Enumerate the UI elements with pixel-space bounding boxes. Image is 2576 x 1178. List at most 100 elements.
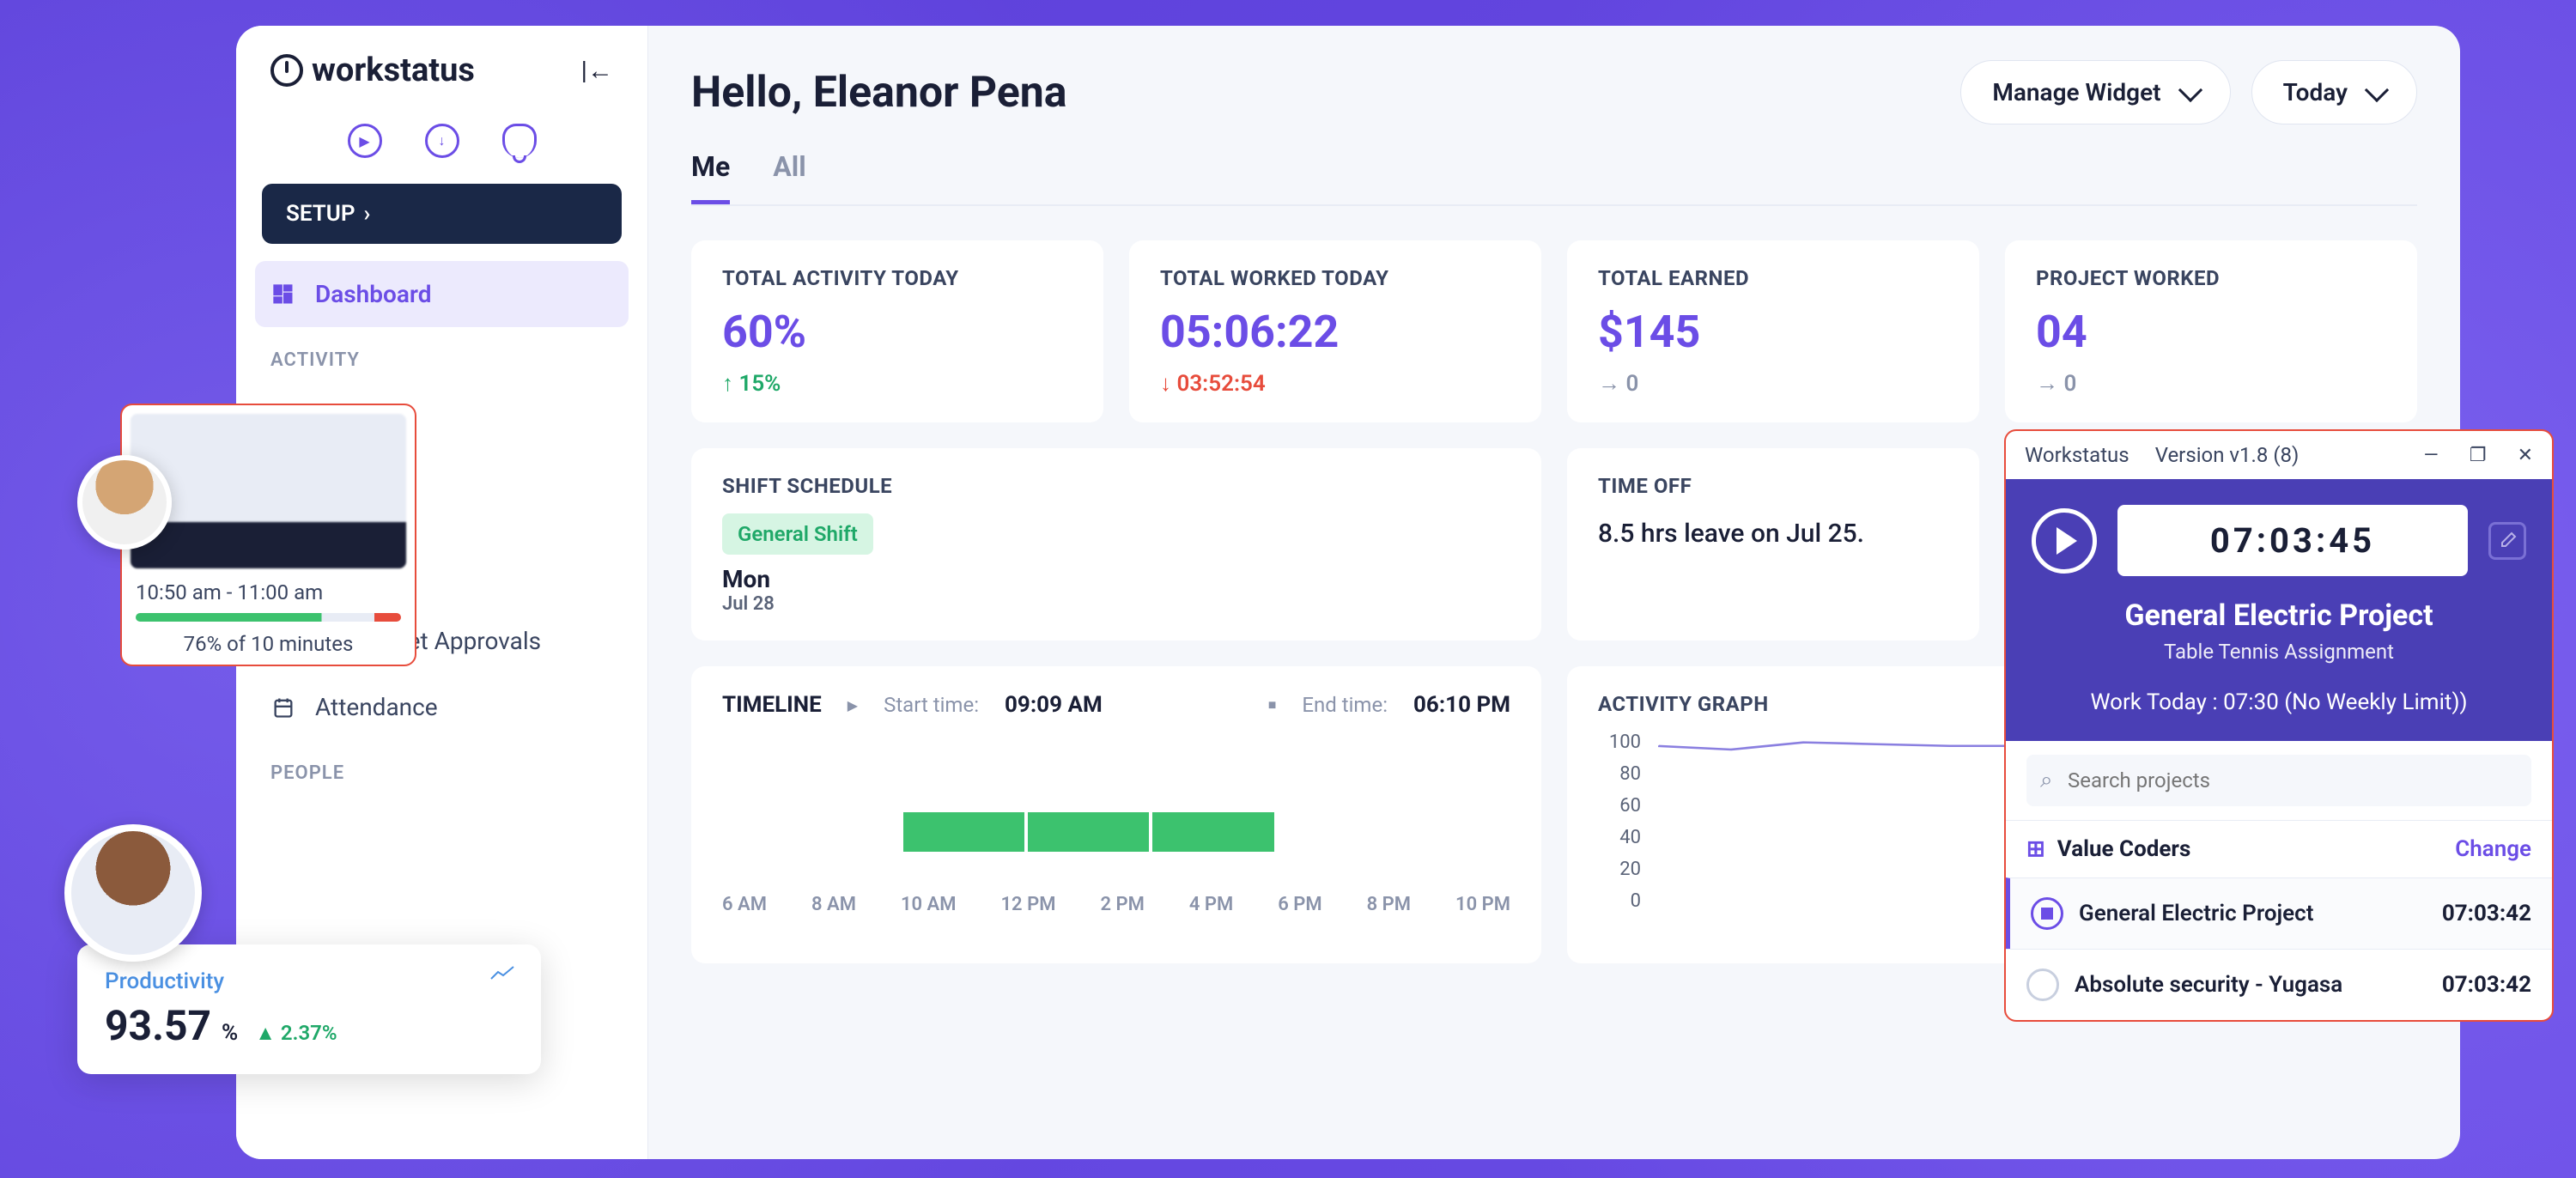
card-time-off: TIME OFF 8.5 hrs leave on Jul 25. bbox=[1567, 448, 1979, 641]
stat-label: TOTAL EARNED bbox=[1598, 266, 1948, 290]
tracker-titlebar: Workstatus Version v1.8 (8) — ❐ ✕ bbox=[2006, 431, 2552, 479]
tracker-timer: 07:03:45 bbox=[2117, 505, 2468, 576]
manage-widget-button[interactable]: Manage Widget bbox=[1960, 60, 2230, 124]
stop-icon[interactable] bbox=[2031, 897, 2063, 930]
timeline-axis: 6 AM8 AM10 AM12 PM2 PM4 PM6 PM8 PM10 PM bbox=[722, 894, 1510, 915]
nav-attendance-label: Attendance bbox=[315, 693, 438, 721]
timeoff-label: TIME OFF bbox=[1598, 474, 1948, 498]
end-time-label: End time: bbox=[1302, 693, 1388, 717]
tracker-version: Version v1.8 (8) bbox=[2155, 443, 2300, 467]
today-filter-button[interactable]: Today bbox=[2251, 60, 2417, 124]
nav-attendance[interactable]: Attendance bbox=[236, 674, 647, 740]
org-icon: ⊞ bbox=[2026, 836, 2045, 862]
search-icon bbox=[2026, 755, 2531, 806]
stat-value: 05:06:22 bbox=[1160, 306, 1510, 358]
tracker-org-row: ⊞ Value Coders Change bbox=[2006, 820, 2552, 877]
tracker-work-today: Work Today : 07:30 (No Weekly Limit)) bbox=[2032, 689, 2526, 715]
stat-delta: → 0 bbox=[2036, 370, 2386, 397]
logo: workstatus bbox=[270, 52, 475, 89]
section-activity: ACTIVITY bbox=[236, 327, 647, 381]
page-title: Hello, Eleanor Pena bbox=[691, 68, 1067, 118]
stat-value: 60% bbox=[722, 306, 1072, 358]
manage-widget-label: Manage Widget bbox=[1992, 78, 2160, 106]
screenshot-thumbnail[interactable] bbox=[131, 414, 406, 568]
close-icon[interactable]: ✕ bbox=[2518, 445, 2533, 466]
org-name: Value Coders bbox=[2057, 836, 2191, 862]
avatar bbox=[77, 455, 172, 550]
tracker-widget: Workstatus Version v1.8 (8) — ❐ ✕ 07:03:… bbox=[2004, 429, 2554, 1022]
collapse-sidebar-button[interactable]: |← bbox=[581, 56, 613, 86]
change-org-link[interactable]: Change bbox=[2455, 836, 2531, 862]
stat-label: PROJECT WORKED bbox=[2036, 266, 2386, 290]
brand-name: workstatus bbox=[312, 52, 475, 89]
card-total-earned: TOTAL EARNED $145 → 0 bbox=[1567, 240, 1979, 422]
timeoff-text: 8.5 hrs leave on Jul 25. bbox=[1598, 519, 1948, 549]
workstatus-logo-icon bbox=[270, 54, 303, 87]
chevron-down-icon bbox=[2365, 77, 2389, 101]
start-time-label: Start time: bbox=[884, 693, 979, 717]
setup-button[interactable]: SETUP › bbox=[262, 184, 622, 244]
project-item-time: 07:03:42 bbox=[2442, 972, 2531, 998]
today-label: Today bbox=[2283, 78, 2348, 106]
screenshot-time-range: 10:50 am - 11:00 am bbox=[136, 580, 401, 604]
dashboard-icon bbox=[270, 282, 296, 307]
timeline-title: TIMELINE bbox=[722, 692, 822, 718]
card-project-worked: PROJECT WORKED 04 → 0 bbox=[2005, 240, 2417, 422]
section-people: PEOPLE bbox=[236, 740, 647, 794]
productivity-delta: ▲ 2.37% bbox=[255, 1021, 337, 1046]
maximize-icon[interactable]: ❐ bbox=[2470, 445, 2487, 466]
download-icon[interactable]: ↓ bbox=[425, 124, 459, 158]
tracker-task-name: Table Tennis Assignment bbox=[2032, 640, 2526, 664]
chevron-right-icon: › bbox=[364, 201, 371, 227]
start-time-value: 09:09 AM bbox=[1005, 692, 1103, 718]
stat-delta: ↓ 03:52:54 bbox=[1160, 370, 1510, 397]
tabs: Me All bbox=[691, 150, 2417, 206]
project-item-time: 07:03:42 bbox=[2442, 901, 2531, 926]
avatar bbox=[64, 824, 202, 962]
stat-label: TOTAL WORKED TODAY bbox=[1160, 266, 1510, 290]
tracker-project-item[interactable]: General Electric Project 07:03:42 bbox=[2006, 877, 2552, 949]
nav-dashboard-label: Dashboard bbox=[315, 280, 432, 308]
project-item-name: General Electric Project bbox=[2079, 901, 2313, 926]
shift-date: Jul 28 bbox=[722, 593, 1510, 615]
screenshot-activity-bar bbox=[136, 613, 401, 622]
tracker-project-item[interactable]: Absolute security - Yugasa 07:03:42 bbox=[2006, 949, 2552, 1020]
attendance-icon bbox=[270, 695, 296, 720]
bell-icon[interactable] bbox=[502, 124, 537, 158]
stat-delta: ↑ 15% bbox=[722, 370, 1072, 397]
tab-all[interactable]: All bbox=[773, 150, 805, 204]
tracker-project-name: General Electric Project bbox=[2032, 598, 2526, 633]
stat-value: $145 bbox=[1598, 306, 1948, 358]
timeline-chart: 6 AM8 AM10 AM12 PM2 PM4 PM6 PM8 PM10 PM bbox=[722, 744, 1510, 915]
trend-icon bbox=[489, 965, 515, 986]
card-total-worked: TOTAL WORKED TODAY 05:06:22 ↓ 03:52:54 bbox=[1129, 240, 1541, 422]
play-icon[interactable]: ▶ bbox=[348, 124, 382, 158]
card-shift-schedule: SHIFT SCHEDULE General Shift Mon Jul 28 bbox=[691, 448, 1541, 641]
tracker-app-name: Workstatus bbox=[2025, 443, 2129, 467]
shift-label: SHIFT SCHEDULE bbox=[722, 474, 1510, 498]
nav-dashboard[interactable]: Dashboard bbox=[255, 261, 629, 327]
tracker-play-button[interactable] bbox=[2032, 508, 2097, 574]
tab-me[interactable]: Me bbox=[691, 150, 730, 204]
card-total-activity: TOTAL ACTIVITY TODAY 60% ↑ 15% bbox=[691, 240, 1103, 422]
productivity-popup: Productivity 93.57 % ▲ 2.37% bbox=[77, 944, 541, 1074]
stat-value: 04 bbox=[2036, 306, 2386, 358]
project-item-name: Absolute security - Yugasa bbox=[2075, 972, 2342, 998]
setup-label: SETUP bbox=[286, 201, 355, 227]
minimize-icon[interactable]: — bbox=[2424, 445, 2439, 466]
chevron-down-icon bbox=[2178, 77, 2202, 101]
stat-delta: → 0 bbox=[1598, 370, 1948, 397]
edit-icon[interactable] bbox=[2488, 522, 2526, 560]
productivity-label: Productivity bbox=[105, 969, 224, 994]
card-timeline: TIMELINE ▶ Start time: 09:09 AM ■ End ti… bbox=[691, 666, 1541, 963]
end-time-value: 06:10 PM bbox=[1413, 692, 1510, 718]
shift-badge: General Shift bbox=[722, 513, 873, 555]
screenshot-popup: 10:50 am - 11:00 am 76% of 10 minutes bbox=[120, 404, 416, 666]
play-icon[interactable] bbox=[2026, 969, 2059, 1001]
timeline-bar bbox=[903, 812, 1273, 852]
shift-day: Mon bbox=[722, 565, 1510, 593]
screenshot-percent: 76% of 10 minutes bbox=[131, 632, 406, 656]
productivity-value: 93.57 % bbox=[105, 1001, 238, 1050]
stat-label: TOTAL ACTIVITY TODAY bbox=[722, 266, 1072, 290]
search-projects-input[interactable] bbox=[2026, 755, 2531, 806]
